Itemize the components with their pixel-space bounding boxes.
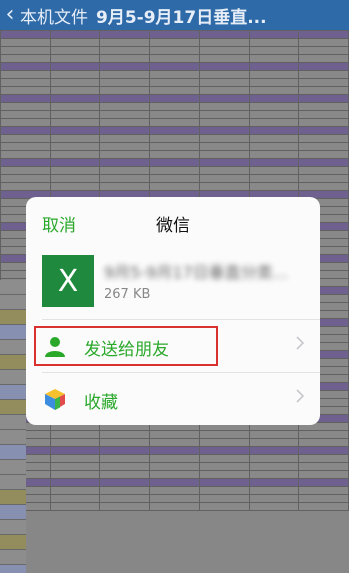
share-sheet-title: 微信 [156, 216, 190, 236]
chevron-right-icon [296, 336, 304, 350]
chevron-right-icon [296, 389, 304, 403]
share-sheet-header: 取消 微信 [26, 197, 320, 249]
back-chevron-icon[interactable]: ‹ [0, 0, 20, 30]
file-name-blurred: 9月5-9月17日垂直分类... [104, 263, 288, 279]
document-title: 9月5-9月17日垂直... [96, 7, 267, 28]
navigation-bar: ‹ 本机文件 9月5-9月17日垂直... [0, 0, 349, 30]
file-size: 267 KB [104, 287, 151, 302]
file-preview: X 9月5-9月17日垂直分类... 267 KB [26, 249, 320, 319]
excel-file-icon: X [42, 255, 94, 307]
back-button[interactable]: 本机文件 [20, 3, 88, 28]
favorites-label: 收藏 [84, 393, 118, 413]
highlight-annotation [34, 326, 218, 366]
favorites-cube-icon [45, 389, 65, 410]
send-to-friend-button[interactable]: 发送给朋友 [26, 320, 320, 372]
share-sheet: 取消 微信 X 9月5-9月17日垂直分类... 267 KB 发送给朋友 收藏 [26, 197, 320, 425]
add-to-favorites-button[interactable]: 收藏 [26, 373, 320, 425]
